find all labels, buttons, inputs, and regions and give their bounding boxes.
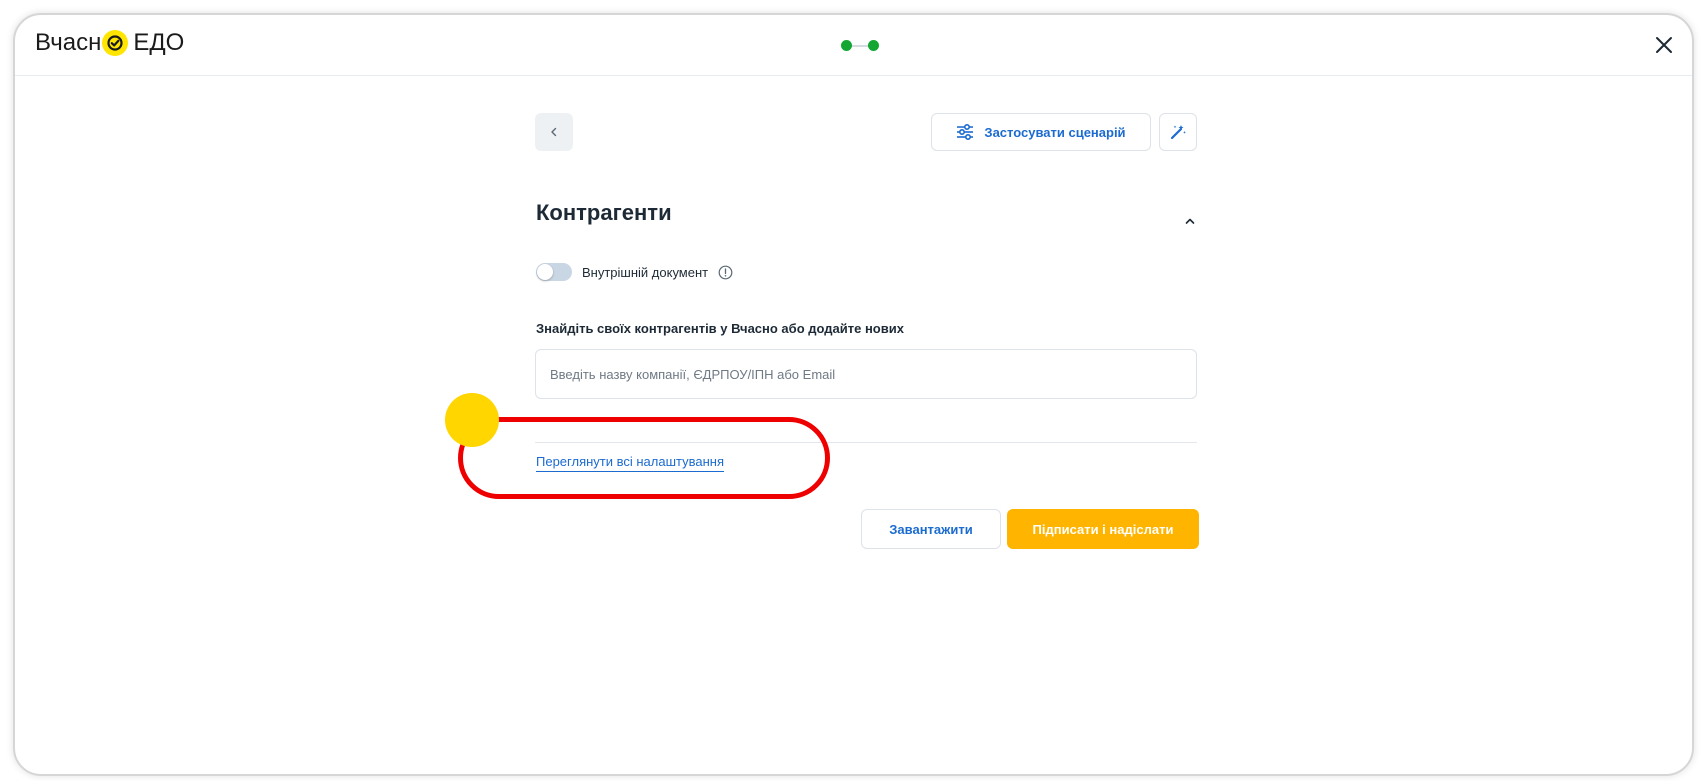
progress-steps — [841, 40, 879, 51]
section-title: Контрагенти — [536, 200, 672, 225]
close-icon — [1656, 37, 1672, 53]
collapse-section-button[interactable] — [1185, 212, 1195, 230]
info-icon[interactable] — [718, 265, 733, 280]
top-bar: Вчасн ЕДО — [15, 15, 1692, 76]
logo-check-icon — [102, 30, 129, 56]
progress-step-2 — [868, 40, 879, 51]
toggle-knob — [537, 264, 553, 280]
internal-document-toggle[interactable] — [536, 263, 572, 281]
chevron-up-icon — [1185, 218, 1195, 224]
download-button[interactable]: Завантажити — [861, 509, 1001, 549]
logo-text-suffix: ЕДО — [133, 29, 185, 56]
apply-scenario-button[interactable]: Застосувати сценарій — [931, 113, 1151, 151]
logo-text-prefix: Вчасн — [35, 29, 102, 56]
magic-wand-icon — [1170, 125, 1186, 140]
internal-document-row: Внутрішній документ — [536, 263, 733, 281]
chevron-left-icon — [551, 127, 557, 137]
apply-scenario-label: Застосувати сценарій — [984, 124, 1126, 140]
app-window: Вчасн ЕДО Застосувати сценарій Контраген… — [13, 13, 1694, 776]
annotation-click-marker — [445, 393, 499, 447]
internal-document-label: Внутрішній документ — [582, 264, 709, 280]
counterparty-search-input[interactable] — [535, 349, 1197, 399]
logo: Вчасн ЕДО — [35, 29, 184, 57]
back-button[interactable] — [535, 113, 573, 151]
sign-and-send-button[interactable]: Підписати і надіслати — [1007, 509, 1199, 549]
sliders-icon — [957, 124, 974, 140]
annotation-highlight-oval — [458, 417, 830, 499]
magic-wand-button[interactable] — [1159, 113, 1197, 151]
progress-connector — [852, 44, 868, 47]
progress-step-1 — [841, 40, 852, 51]
close-button[interactable] — [1650, 31, 1678, 59]
counterparty-search-label: Знайдіть своїх контрагентів у Вчасно або… — [536, 321, 904, 336]
